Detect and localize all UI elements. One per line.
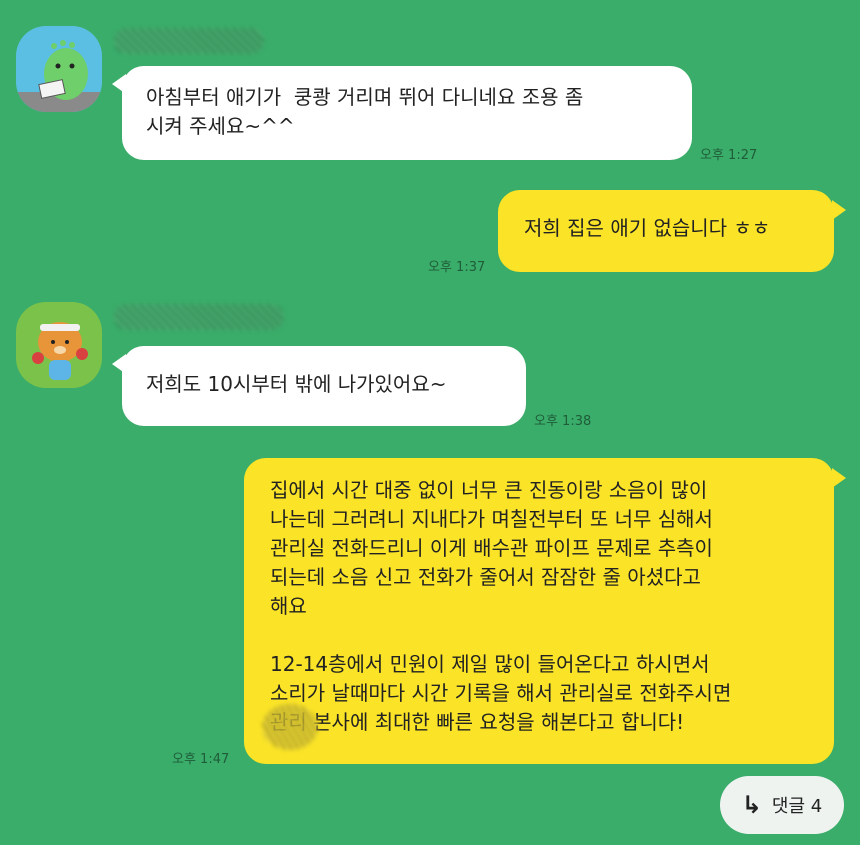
bubble-tail [832, 468, 846, 488]
lion-icon [16, 302, 102, 388]
dinosaur-icon [16, 26, 102, 112]
sender-name-redacted [114, 28, 264, 54]
sender-name-redacted [114, 304, 284, 330]
message-time: 오후 1:38 [534, 414, 592, 429]
sender-avatar[interactable] [16, 302, 102, 388]
redacted-spot [262, 704, 318, 750]
reply-arrow-icon: ↳ [741, 791, 762, 819]
message-bubble-incoming[interactable]: 아침부터 애기가 쿵쾅 거리며 뛰어 다니네요 조용 좀 시켜 주세요~^^ [122, 66, 692, 160]
message-bubble-incoming[interactable]: 저희도 10시부터 밖에 나가있어요~ [122, 346, 526, 426]
bubble-tail [832, 200, 846, 220]
message-time: 오후 1:37 [428, 260, 486, 275]
message-time: 오후 1:47 [172, 752, 230, 767]
comments-label: 댓글 4 [771, 796, 823, 817]
message-bubble-outgoing[interactable]: 저희 집은 애기 없습니다 ㅎㅎ [498, 190, 834, 272]
message-bubble-outgoing[interactable]: 집에서 시간 대중 없이 너무 큰 진동이랑 소음이 많이 나는데 그러려니 지… [244, 458, 834, 764]
message-time: 오후 1:27 [700, 148, 758, 163]
sender-avatar[interactable] [16, 26, 102, 112]
comments-button[interactable]: ↳ 댓글 4 [720, 776, 844, 834]
